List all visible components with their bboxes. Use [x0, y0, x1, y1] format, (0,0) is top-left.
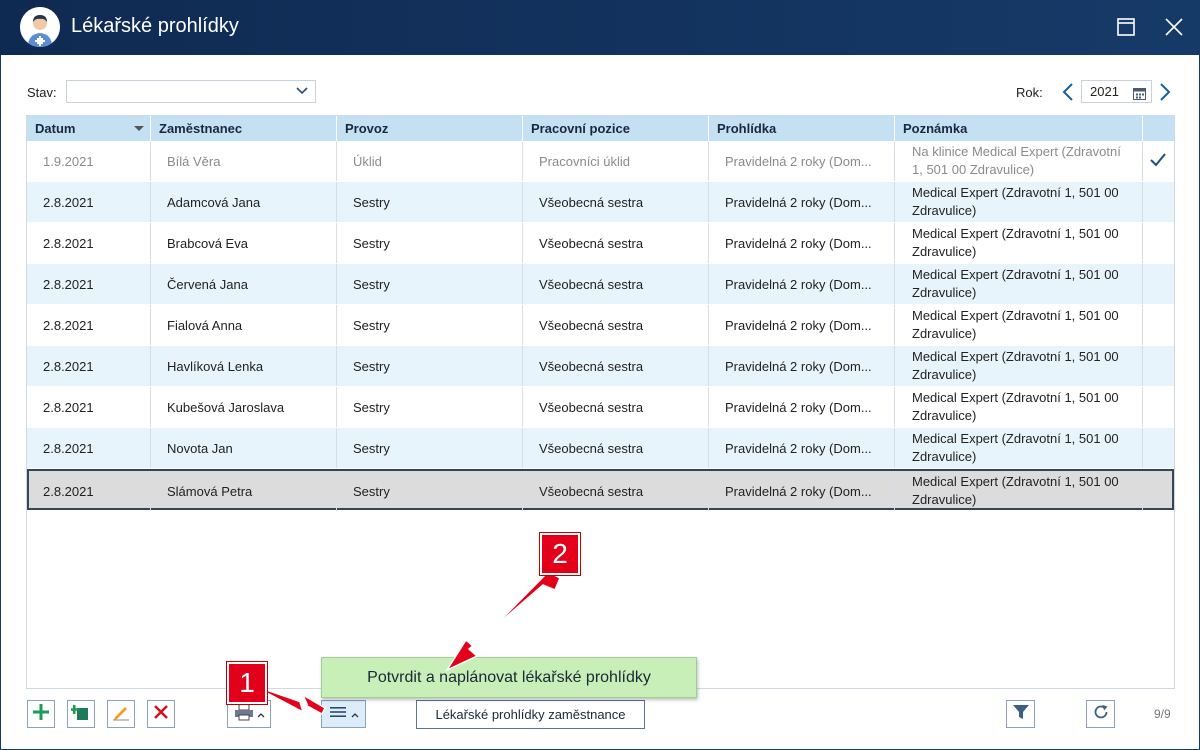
table-row[interactable]: 2.8.2021 Červená Jana Sestry Všeobecná s…	[27, 264, 1174, 305]
next-year-button[interactable]	[1155, 81, 1175, 103]
window-title: Lékařské prohlídky	[71, 15, 239, 37]
actions-menu-button[interactable]	[321, 700, 366, 728]
column-header-poznamka[interactable]: Poznámka	[895, 116, 1143, 141]
printer-icon	[234, 703, 254, 726]
refresh-button[interactable]	[1086, 700, 1115, 728]
doctor-avatar-icon	[20, 7, 60, 47]
table-row-selected[interactable]: 2.8.2021 Slámová Petra Sestry Všeobecná …	[27, 469, 1174, 511]
chevron-down-icon	[295, 84, 309, 103]
table-row[interactable]: 2.8.2021 Havlíková Lenka Sestry Všeobecn…	[27, 346, 1174, 387]
employee-exams-button[interactable]: Lékařské prohlídky zaměstnance	[416, 700, 645, 729]
previous-year-button[interactable]	[1058, 81, 1078, 103]
pencil-icon	[112, 703, 130, 726]
column-header-prohlidka[interactable]: Prohlídka	[709, 116, 895, 141]
exams-table: Datum Zaměstnanec Provoz Pracovní pozice…	[26, 115, 1175, 689]
rok-label: Rok:	[1016, 85, 1043, 100]
table-row[interactable]: 1.9.2021 Bílá Věra Úklid Pracovníci úkli…	[27, 141, 1174, 182]
table-header: Datum Zaměstnanec Provoz Pracovní pozice…	[27, 116, 1174, 141]
filter-funnel-icon	[1012, 703, 1030, 726]
table-row[interactable]: 2.8.2021 Novota Jan Sestry Všeobecná ses…	[27, 428, 1174, 469]
edit-button[interactable]	[107, 700, 135, 728]
caret-up-icon	[257, 705, 265, 723]
table-row[interactable]: 2.8.2021 Kubešová Jaroslava Sestry Všeob…	[27, 387, 1174, 428]
title-bar: Lékařské prohlídky	[0, 0, 1200, 55]
print-menu-button[interactable]	[227, 700, 271, 728]
annotation-badge-2: 2	[540, 533, 580, 575]
column-header-pozice[interactable]: Pracovní pozice	[523, 116, 709, 141]
table-row[interactable]: 2.8.2021 Fialová Anna Sestry Všeobecná s…	[27, 305, 1174, 346]
column-header-zamestnanec[interactable]: Zaměstnanec	[151, 116, 337, 141]
year-input[interactable]: 2021	[1081, 80, 1152, 103]
confirm-schedule-menu-item[interactable]: Potvrdit a naplánovat lékařské prohlídky	[321, 657, 697, 698]
plus-icon	[32, 703, 50, 726]
add-document-icon	[70, 702, 91, 727]
filter-button[interactable]	[1006, 700, 1035, 728]
hamburger-menu-icon	[329, 705, 347, 724]
column-header-check	[1143, 116, 1174, 141]
add-copy-button[interactable]	[67, 700, 95, 728]
checkmark-icon	[1150, 153, 1166, 172]
column-header-datum[interactable]: Datum	[27, 116, 151, 141]
table-row[interactable]: 2.8.2021 Adamcová Jana Sestry Všeobecná …	[27, 182, 1174, 223]
add-button[interactable]	[27, 700, 55, 728]
calendar-icon[interactable]	[1133, 85, 1146, 106]
caret-up-icon	[351, 705, 359, 723]
close-x-icon	[153, 704, 169, 725]
stav-dropdown[interactable]	[66, 80, 316, 103]
year-value: 2021	[1090, 84, 1119, 99]
sort-desc-icon	[134, 126, 144, 131]
record-counter: 9/9	[1154, 707, 1171, 721]
table-row[interactable]: 2.8.2021 Brabcová Eva Sestry Všeobecná s…	[27, 223, 1174, 264]
refresh-icon	[1092, 703, 1110, 726]
stav-label: Stav:	[27, 85, 57, 100]
annotation-badge-1: 1	[227, 662, 267, 704]
maximize-button[interactable]	[1111, 12, 1141, 42]
column-header-provoz[interactable]: Provoz	[337, 116, 523, 141]
close-button[interactable]	[1159, 12, 1189, 42]
delete-button[interactable]	[147, 700, 175, 728]
